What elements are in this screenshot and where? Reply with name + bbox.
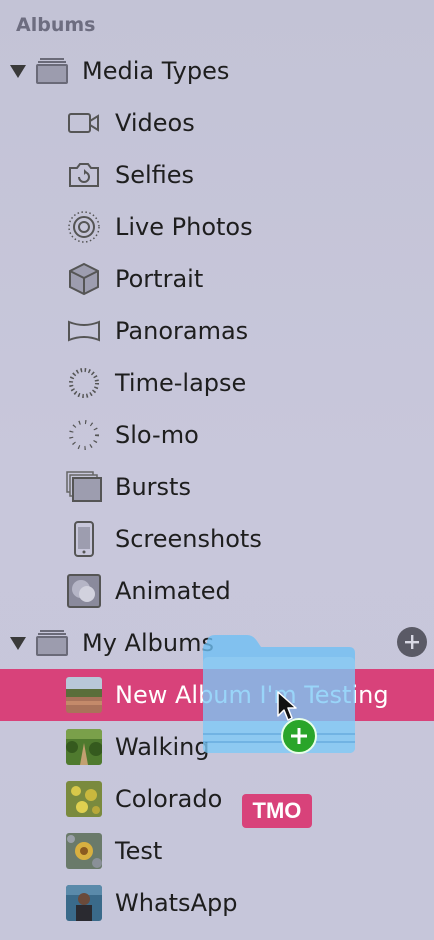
sidebar-item-time-lapse[interactable]: Time-lapse	[0, 357, 434, 409]
plus-icon	[291, 728, 307, 744]
sidebar-item-label: Walking	[115, 733, 210, 761]
sidebar-item-live-photos[interactable]: Live Photos	[0, 201, 434, 253]
sidebar-item-colorado[interactable]: Colorado	[0, 773, 434, 825]
sidebar-item-label: Portrait	[115, 265, 204, 293]
slo-mo-icon	[66, 417, 102, 453]
sidebar-item-label: Colorado	[115, 785, 223, 813]
sidebar-item-label: Test	[115, 837, 163, 865]
time-lapse-icon	[66, 365, 102, 401]
sidebar-item-label: Screenshots	[115, 525, 262, 553]
sidebar-item-label: WhatsApp	[115, 889, 238, 917]
sidebar-item-videos[interactable]: Videos	[0, 97, 434, 149]
cube-icon	[66, 261, 102, 297]
animated-icon	[66, 573, 102, 609]
add-album-button[interactable]	[397, 627, 427, 657]
section-title-albums: Albums	[16, 14, 96, 36]
sidebar-item-label: Live Photos	[115, 213, 253, 241]
copy-plus-badge	[281, 718, 317, 754]
sidebar-item-test[interactable]: Test	[0, 825, 434, 877]
album-stack-icon	[36, 630, 68, 656]
album-thumbnail	[66, 677, 102, 713]
album-thumbnail	[66, 781, 102, 817]
selfie-camera-icon	[66, 157, 102, 193]
bursts-icon	[66, 469, 102, 505]
album-thumbnail	[66, 885, 102, 921]
sidebar-item-label: Slo-mo	[115, 421, 199, 449]
album-thumbnail	[66, 833, 102, 869]
my-albums-label: My Albums	[82, 629, 214, 657]
sidebar-item-label: Panoramas	[115, 317, 249, 345]
sidebar-item-label: Videos	[115, 109, 195, 137]
album-thumbnail	[66, 729, 102, 765]
panorama-icon	[66, 313, 102, 349]
album-stack-icon	[36, 58, 68, 84]
disclosure-triangle-icon[interactable]	[10, 64, 26, 78]
media-types-label: Media Types	[82, 57, 230, 85]
sidebar-item-portrait[interactable]: Portrait	[0, 253, 434, 305]
sidebar-item-panoramas[interactable]: Panoramas	[0, 305, 434, 357]
media-types-group[interactable]: Media Types	[0, 45, 434, 97]
sidebar-item-label: Bursts	[115, 473, 191, 501]
sidebar-item-slo-mo[interactable]: Slo-mo	[0, 409, 434, 461]
phone-icon	[66, 521, 102, 557]
sidebar-item-label: Animated	[115, 577, 231, 605]
sidebar-item-whatsapp[interactable]: WhatsApp	[0, 877, 434, 929]
sidebar-item-screenshots[interactable]: Screenshots	[0, 513, 434, 565]
video-camera-icon	[66, 105, 102, 141]
disclosure-triangle-icon[interactable]	[10, 636, 26, 650]
sidebar-item-label: Time-lapse	[115, 369, 247, 397]
live-photo-icon	[66, 209, 102, 245]
sidebar-item-label: Selfies	[115, 161, 195, 189]
sidebar-item-animated[interactable]: Animated	[0, 565, 434, 617]
watermark-badge: TMO	[242, 794, 312, 828]
sidebar-item-bursts[interactable]: Bursts	[0, 461, 434, 513]
sidebar-item-selfies[interactable]: Selfies	[0, 149, 434, 201]
plus-icon	[405, 635, 419, 649]
